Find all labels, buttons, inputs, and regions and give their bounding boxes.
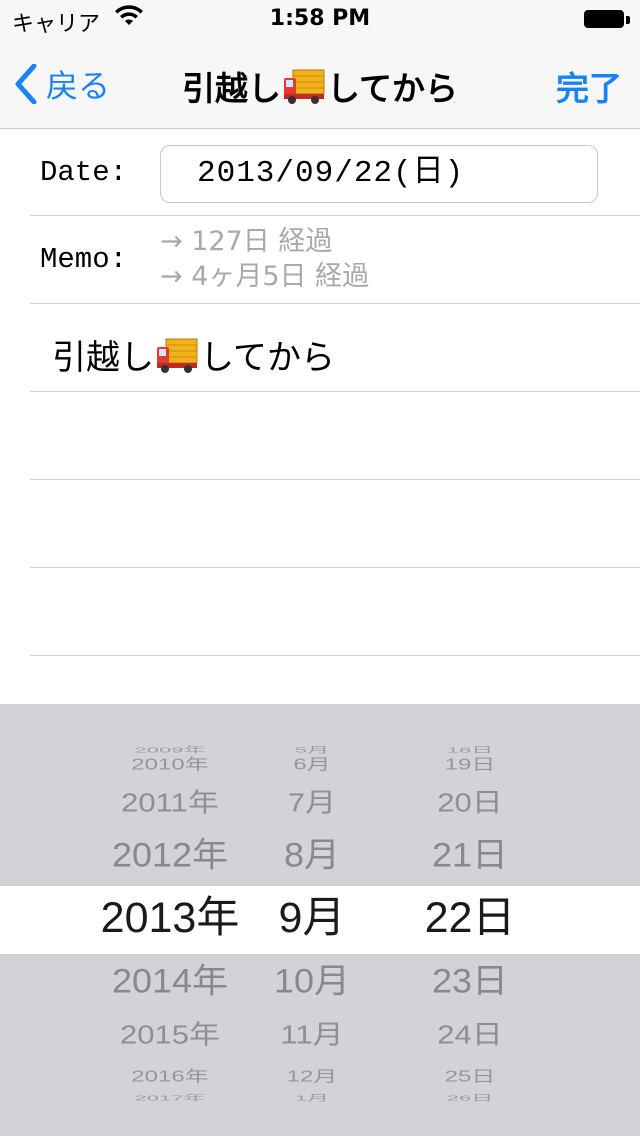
picker-year-option[interactable]: 2012年	[80, 835, 260, 875]
note-prefix: 引越し	[52, 338, 154, 378]
separator	[30, 567, 640, 568]
status-bar: キャリア 1:58 PM	[0, 0, 640, 40]
status-time: 1:58 PM	[269, 6, 371, 31]
done-button[interactable]: 完了	[556, 62, 622, 110]
picker-day-option[interactable]: 23日	[405, 961, 535, 1001]
memo-label: Memo:	[40, 243, 128, 276]
picker-day-option[interactable]: 26日	[405, 1093, 535, 1103]
picker-month-option[interactable]: 7月	[252, 787, 372, 818]
note-suffix: してから	[200, 338, 335, 378]
picker-day-option[interactable]: 18日	[405, 745, 535, 755]
memo-line-months: → 4ヶ月5日 経過	[160, 261, 370, 292]
picker-year-option[interactable]: 2017年	[80, 1093, 260, 1103]
memo-line-days: → 127日 経過	[160, 226, 333, 257]
note-text[interactable]: 引越し してから	[52, 330, 335, 384]
date-row: Date: 2013/09/22(日)	[0, 129, 640, 215]
date-field[interactable]: 2013/09/22(日)	[160, 145, 598, 203]
picker-year-option[interactable]: 2015年	[80, 1019, 260, 1050]
picker-month-option[interactable]: 6月	[252, 755, 372, 775]
picker-month-option[interactable]: 12月	[252, 1067, 372, 1087]
memo-info: → 127日 経過 → 4ヶ月5日 経過	[160, 224, 369, 294]
battery-icon	[584, 10, 630, 30]
date-label: Date:	[40, 156, 128, 189]
picker-day-option[interactable]: 19日	[405, 755, 535, 775]
picker-day-option[interactable]: 24日	[405, 1019, 535, 1050]
picker-year-option[interactable]: 2011年	[80, 787, 260, 818]
page-title: 引越し してから	[0, 62, 640, 114]
picker-year-option[interactable]: 2009年	[80, 745, 260, 755]
title-prefix: 引越し	[181, 69, 281, 108]
picker-year-option[interactable]: 2014年	[80, 961, 260, 1001]
picker-day-option[interactable]: 20日	[405, 787, 535, 818]
picker-month-option[interactable]: 8月	[252, 835, 372, 875]
picker-day-option[interactable]: 21日	[405, 835, 535, 875]
picker-month-option[interactable]: 11月	[252, 1019, 372, 1050]
title-suffix: してから	[326, 69, 458, 108]
picker-month-option[interactable]: 1月	[252, 1093, 372, 1103]
picker-month-option[interactable]: 10月	[252, 961, 372, 1001]
picker-day-option[interactable]: 25日	[405, 1067, 535, 1087]
delivery-truck-icon	[283, 68, 325, 114]
picker-month-selected[interactable]: 9月	[252, 894, 372, 943]
picker-year-option[interactable]: 2016年	[80, 1067, 260, 1087]
picker-month-option[interactable]: 5月	[252, 745, 372, 755]
separator	[30, 655, 640, 656]
navigation-header: キャリア 1:58 PM 戻る 引越し してから 完了	[0, 0, 640, 129]
separator	[30, 215, 640, 216]
separator	[30, 303, 640, 304]
separator	[30, 479, 640, 480]
picker-year-selected[interactable]: 2013年	[80, 894, 260, 943]
delivery-truck-icon	[156, 337, 198, 384]
date-picker[interactable]: 2009年 2010年 2011年 2012年 2013年 2014年 2015年 2016年…	[0, 704, 640, 1136]
separator	[30, 391, 640, 392]
picker-day-selected[interactable]: 22日	[405, 894, 535, 943]
picker-year-option[interactable]: 2010年	[80, 755, 260, 775]
